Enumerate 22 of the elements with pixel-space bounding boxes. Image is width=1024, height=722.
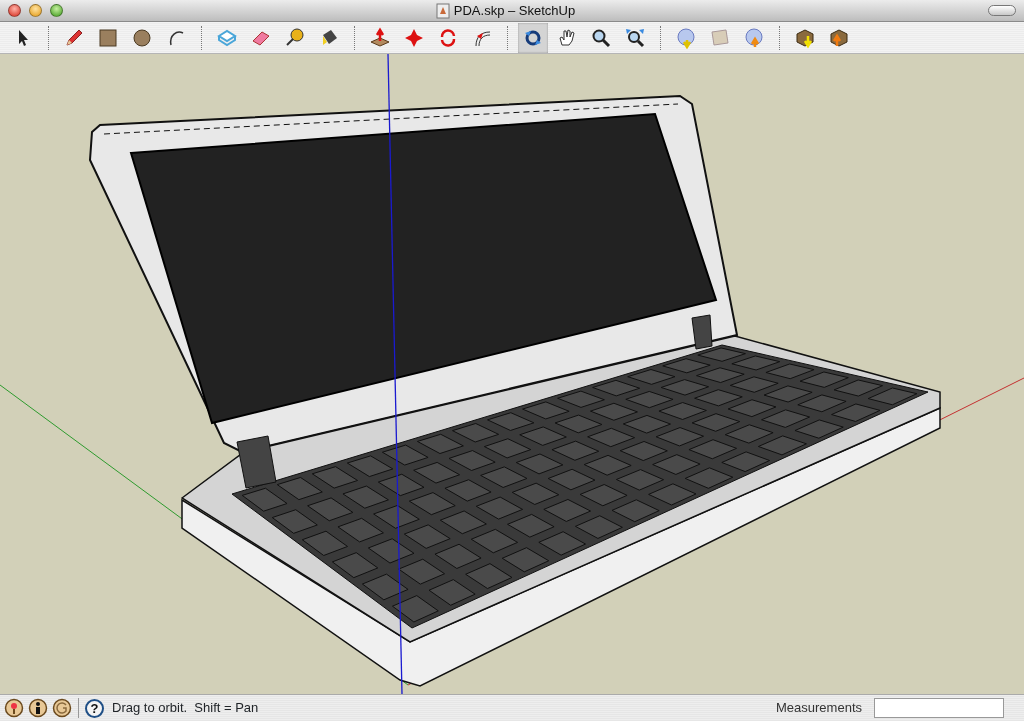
push-pull-icon [369, 26, 391, 49]
globe-up-icon [743, 26, 765, 49]
status-hint: Drag to orbit. Shift = Pan [112, 699, 259, 718]
ring-icon[interactable] [52, 698, 72, 718]
circle-icon [131, 26, 153, 49]
toolbar-toggle-button[interactable] [988, 5, 1016, 16]
zoom-button[interactable] [50, 4, 63, 17]
window-title: PDA.skp – SketchUp [453, 1, 576, 20]
measurements-field[interactable] [874, 698, 1004, 718]
close-button[interactable] [8, 4, 21, 17]
orbit-tool[interactable] [518, 22, 548, 53]
help-button[interactable]: ? [85, 698, 104, 718]
minimize-button[interactable] [29, 4, 42, 17]
globe-down-icon [675, 26, 697, 49]
document-icon [435, 2, 450, 19]
hand-icon [556, 26, 578, 49]
model-viewport[interactable] [0, 54, 1024, 694]
magnifier-arrows-icon [624, 26, 646, 49]
bulb-icon[interactable] [4, 698, 24, 718]
person-icon[interactable] [28, 698, 48, 718]
square-icon [97, 26, 119, 49]
measurements-label: Measurements [776, 699, 862, 718]
